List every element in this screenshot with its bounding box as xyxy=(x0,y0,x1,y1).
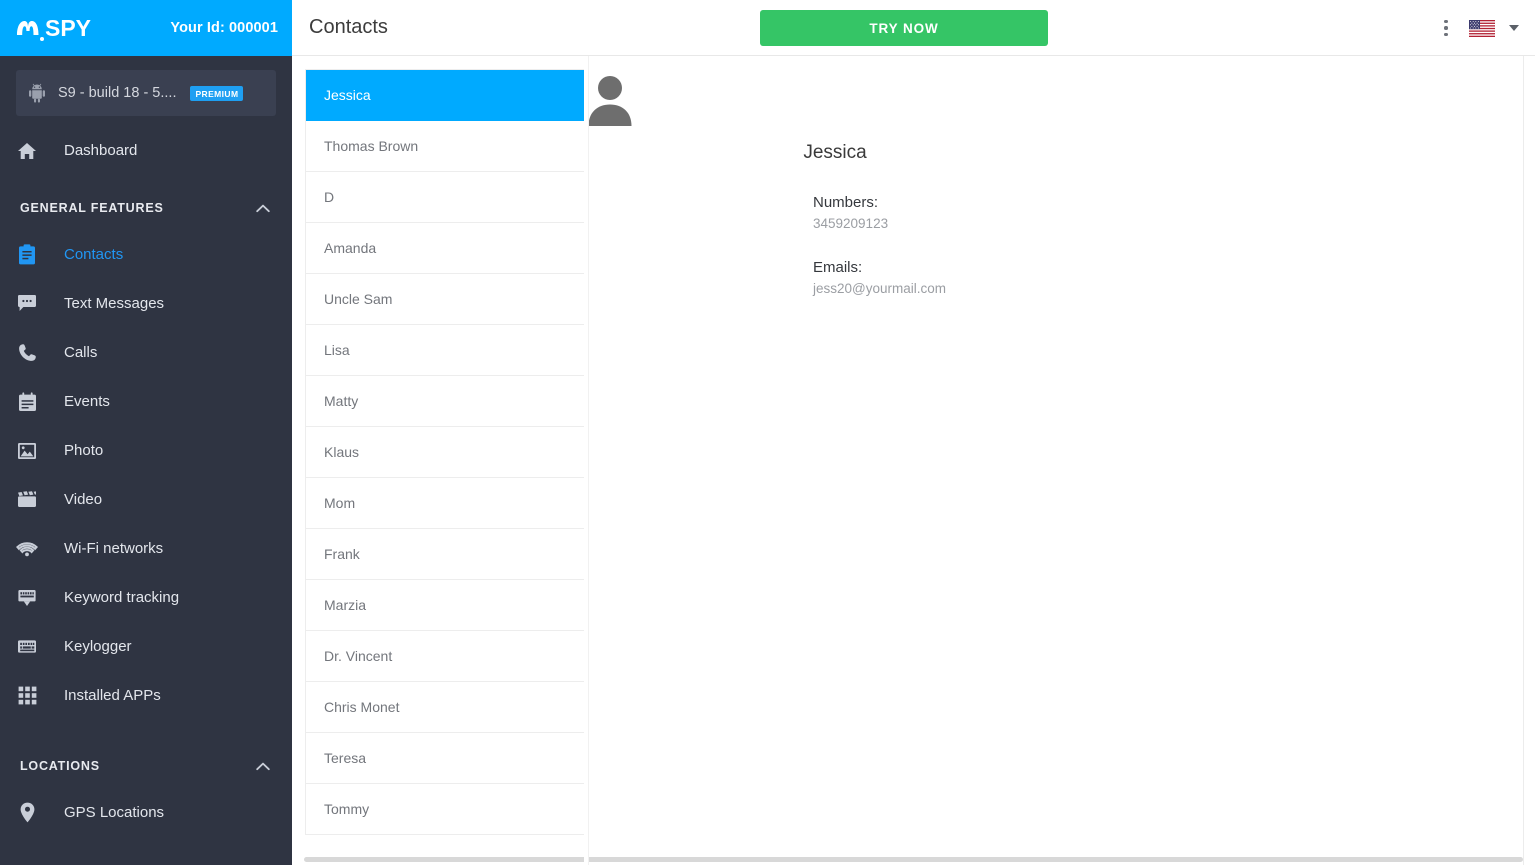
contact-list-item[interactable]: Matty xyxy=(306,376,584,427)
sidebar-item-keylogger[interactable]: Keylogger xyxy=(0,622,292,671)
android-icon xyxy=(28,83,46,103)
clapperboard-icon xyxy=(16,489,38,511)
calendar-icon xyxy=(16,391,38,413)
contact-list-item[interactable]: Frank xyxy=(306,529,584,580)
contact-list-item[interactable]: Tommy xyxy=(306,784,584,835)
keyboard-icon xyxy=(16,636,38,658)
sidebar-item-label: Contacts xyxy=(64,246,124,263)
us-flag-icon[interactable] xyxy=(1469,19,1495,37)
numbers-value: 3459209123 xyxy=(813,216,889,231)
chevron-down-icon[interactable] xyxy=(1509,25,1519,31)
mspy-logo[interactable]: SPY xyxy=(16,15,91,42)
contact-list-item[interactable]: Dr. Vincent xyxy=(306,631,584,682)
logo-text: SPY xyxy=(45,14,92,41)
contact-list-item[interactable]: Uncle Sam xyxy=(306,274,584,325)
contact-list-item[interactable]: Teresa xyxy=(306,733,584,784)
contact-fields: Numbers: 3459209123 Emails: jess20@yourm… xyxy=(585,194,1535,296)
sidebar-item-keyword-tracking[interactable]: Keyword tracking xyxy=(0,573,292,622)
content-divider xyxy=(1523,56,1524,865)
sidebar-item-label: Keylogger xyxy=(64,638,132,655)
sidebar-item-label: Calls xyxy=(64,344,98,361)
emails-value: jess20@yourmail.com xyxy=(813,281,946,296)
main-area: Contacts TRY NOW Jessica Thomas Brown D … xyxy=(292,0,1535,865)
contacts-column: Jessica Thomas Brown D Amanda Uncle Sam Lisa M… xyxy=(292,56,585,865)
keyboard-dropdown-icon xyxy=(16,587,38,609)
sidebar-item-text-messages[interactable]: Text Messages xyxy=(0,279,292,328)
contact-list-item[interactable]: Mom xyxy=(306,478,584,529)
sidebar-item-video[interactable]: Video xyxy=(0,475,292,524)
chat-bubble-icon xyxy=(16,293,38,315)
section-title: LOCATIONS xyxy=(20,759,100,773)
horizontal-scrollbar[interactable] xyxy=(304,857,1523,862)
kebab-dot xyxy=(1444,32,1448,37)
contact-list-item[interactable]: Amanda xyxy=(306,223,584,274)
sidebar-item-contacts[interactable]: Contacts xyxy=(0,230,292,279)
app-root: SPY Your Id: 000001 S9 - build 18 - 5...… xyxy=(0,0,1535,865)
sidebar-section-locations[interactable]: LOCATIONS xyxy=(0,744,292,788)
logo-dot-icon xyxy=(40,36,44,41)
avatar xyxy=(135,74,1085,126)
sidebar-section-general-features[interactable]: GENERAL FEATURES xyxy=(0,186,292,230)
contact-list-item[interactable]: D xyxy=(306,172,584,223)
contact-name: Jessica xyxy=(803,142,867,163)
sidebar: SPY Your Id: 000001 S9 - build 18 - 5...… xyxy=(0,0,292,865)
clipboard-icon xyxy=(16,244,38,266)
home-icon xyxy=(16,140,38,162)
sidebar-item-installed-apps[interactable]: Installed APPs xyxy=(0,671,292,720)
person-avatar-icon xyxy=(587,74,633,126)
wifi-icon xyxy=(16,538,38,560)
contact-detail-panel: Jessica Numbers: 3459209123 Emails: jess… xyxy=(585,56,1535,865)
sidebar-item-label: Photo xyxy=(64,442,104,459)
sidebar-item-label: Dashboard xyxy=(64,142,138,159)
section-title: GENERAL FEATURES xyxy=(20,201,164,215)
kebab-dot xyxy=(1444,26,1448,30)
top-bar: Contacts TRY NOW xyxy=(292,0,1535,56)
sidebar-item-label: GPS Locations xyxy=(64,804,165,821)
map-pin-icon xyxy=(16,802,38,824)
more-vertical-icon[interactable] xyxy=(1437,18,1455,38)
contact-list-item[interactable]: Klaus xyxy=(306,427,584,478)
topbar-actions xyxy=(1437,0,1519,56)
your-id-label: Your Id: 000001 xyxy=(170,20,278,36)
sidebar-item-gps-locations[interactable]: GPS Locations xyxy=(0,788,292,837)
contact-list-item[interactable]: Lisa xyxy=(306,325,584,376)
numbers-label: Numbers: xyxy=(813,194,879,211)
chevron-up-icon[interactable] xyxy=(256,204,270,213)
kebab-dot xyxy=(1444,19,1448,24)
sidebar-item-label: Keyword tracking xyxy=(64,589,180,606)
sidebar-item-label: Installed APPs xyxy=(64,687,161,704)
content-area: Jessica Thomas Brown D Amanda Uncle Sam Lisa M… xyxy=(292,56,1535,865)
contact-list-item[interactable]: Chris Monet xyxy=(306,682,584,733)
sidebar-item-calls[interactable]: Calls xyxy=(0,328,292,377)
phone-icon xyxy=(16,342,38,364)
sidebar-edge-divider xyxy=(584,56,589,865)
emails-label: Emails: xyxy=(813,259,863,276)
sidebar-item-label: Video xyxy=(64,491,103,508)
sidebar-item-photo[interactable]: Photo xyxy=(0,426,292,475)
brand-bar: SPY Your Id: 000001 xyxy=(0,0,292,56)
page-title: Contacts xyxy=(309,16,388,38)
chevron-up-icon[interactable] xyxy=(256,762,270,771)
contact-list-item[interactable]: Marzia xyxy=(306,580,584,631)
logo-m-icon xyxy=(16,19,40,36)
image-icon xyxy=(16,440,38,462)
sidebar-item-wifi-networks[interactable]: Wi-Fi networks xyxy=(0,524,292,573)
grid-apps-icon xyxy=(16,685,38,707)
sidebar-item-label: Events xyxy=(64,393,110,410)
try-now-button[interactable]: TRY NOW xyxy=(760,10,1048,46)
sidebar-item-label: Wi-Fi networks xyxy=(64,540,164,557)
sidebar-item-events[interactable]: Events xyxy=(0,377,292,426)
contacts-list[interactable]: Jessica Thomas Brown D Amanda Uncle Sam Lisa M… xyxy=(305,69,585,835)
sidebar-item-label: Text Messages xyxy=(64,295,165,312)
